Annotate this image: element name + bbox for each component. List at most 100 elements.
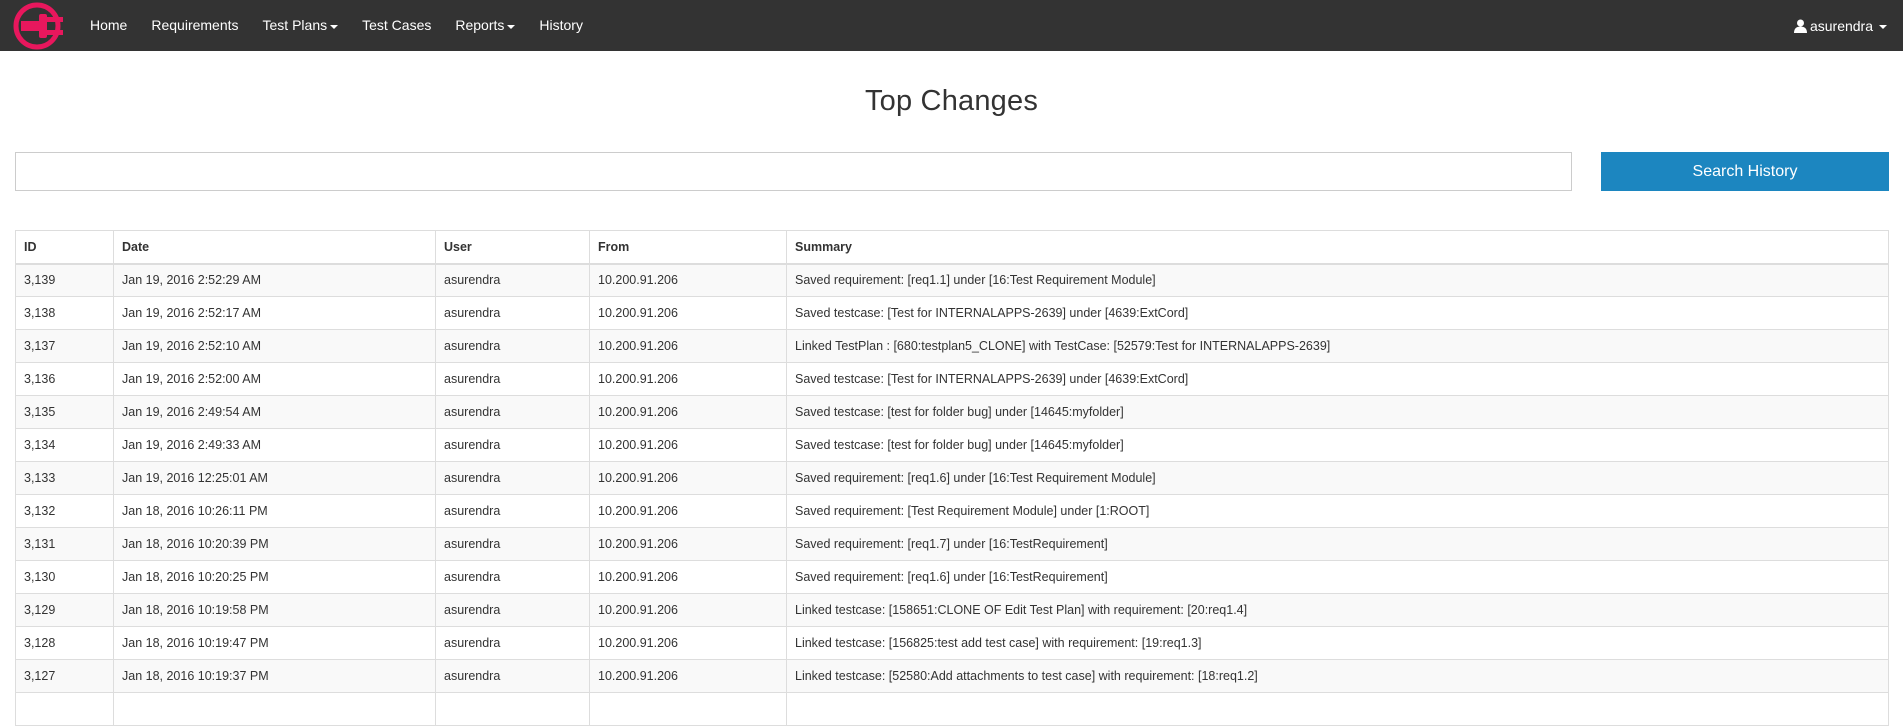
table-row[interactable]: 3,131 Jan 18, 2016 10:20:39 PM asurendra 10…: [15, 527, 1889, 561]
cell-id: 3,138: [15, 296, 114, 330]
table-row[interactable]: 3,134 Jan 19, 2016 2:49:33 AM asurendra 10.…: [15, 428, 1889, 462]
cell-summary: Saved testcase: [test for folder bug] un…: [786, 428, 1889, 462]
cell-id: 3,133: [15, 461, 114, 495]
cell-from: 10.200.91.206: [589, 296, 787, 330]
cell-user: asurendra: [435, 527, 590, 561]
search-input[interactable]: [15, 152, 1572, 191]
cell-summary: Saved testcase: [test for folder bug] un…: [786, 395, 1889, 429]
nav-item-requirements[interactable]: Requirements: [139, 0, 250, 51]
table-row[interactable]: 3,127 Jan 18, 2016 10:19:37 PM asurendra 10…: [15, 659, 1889, 693]
page-title: Top Changes: [864, 85, 1039, 117]
history-table: ID Date User From Summary 3,139 Jan 19, 2…: [15, 230, 1889, 726]
cell-summary: Saved testcase: [Test for INTERNALAPPS-2…: [786, 296, 1889, 330]
cell-from: 10.200.91.206: [589, 428, 787, 462]
cell-date: Jan 18, 2016 10:20:39 PM: [113, 527, 436, 561]
caret-down-icon: [330, 24, 339, 29]
cell-from: 10.200.91.206: [589, 593, 787, 627]
cell-user: asurendra: [435, 395, 590, 429]
table-header-row: ID Date User From Summary: [15, 230, 1889, 265]
table-row[interactable]: 3,130 Jan 18, 2016 10:20:25 PM asurendra 10…: [15, 560, 1889, 594]
cell-from: 10.200.91.206: [589, 395, 787, 429]
cell-id: 3,131: [15, 527, 114, 561]
nav-item-label: Home: [90, 17, 128, 33]
nav-item-label: History: [539, 17, 583, 33]
nav-item-label: Requirements: [151, 17, 239, 33]
nav-item-label: Test Plans: [262, 17, 328, 33]
nav-item-test-cases[interactable]: Test Cases: [350, 0, 443, 51]
caret-down-icon: [1879, 24, 1887, 29]
cell-from: 10.200.91.206: [589, 263, 787, 297]
table-row[interactable]: 3,132 Jan 18, 2016 10:26:11 PM asurendra 10…: [15, 494, 1889, 528]
nav-item-home[interactable]: Home: [78, 0, 139, 51]
cell-id: 3,134: [15, 428, 114, 462]
column-header-user[interactable]: User: [435, 230, 590, 265]
cell-from: 10.200.91.206: [589, 329, 787, 363]
cell-from: 10.200.91.206: [589, 560, 787, 594]
cell-date: Jan 18, 2016 10:19:47 PM: [113, 626, 436, 660]
cell-id: 3,128: [15, 626, 114, 660]
cell-id: 3,139: [15, 263, 114, 297]
table-row[interactable]: 3,129 Jan 18, 2016 10:19:58 PM asurendra 10…: [15, 593, 1889, 627]
table-row[interactable]: 3,138 Jan 19, 2016 2:52:17 AM asurendra 10.…: [15, 296, 1889, 330]
cell-user: asurendra: [435, 626, 590, 660]
cell-from: [589, 692, 787, 726]
cell-summary: Linked TestPlan : [680:testplan5_CLONE] …: [786, 329, 1889, 363]
user-name: asurendra: [1809, 17, 1873, 34]
cell-from: 10.200.91.206: [589, 461, 787, 495]
cell-date: Jan 19, 2016 2:49:54 AM: [113, 395, 436, 429]
cell-summary: Linked testcase: [156825:test add test c…: [786, 626, 1889, 660]
table-row[interactable]: 3,139 Jan 19, 2016 2:52:29 AM asurendra 10.…: [15, 263, 1889, 297]
nav-item-label: Reports: [455, 17, 505, 33]
cell-id: 3,136: [15, 362, 114, 396]
cell-summary: Saved requirement: [Test Requirement Mod…: [786, 494, 1889, 528]
cell-from: 10.200.91.206: [589, 659, 787, 693]
table-row[interactable]: 3,137 Jan 19, 2016 2:52:10 AM asurendra 10.…: [15, 329, 1889, 363]
table-row[interactable]: 3,133 Jan 19, 2016 12:25:01 AM asurendra 10…: [15, 461, 1889, 495]
table-row[interactable]: 3,128 Jan 18, 2016 10:19:47 PM asurendra 10…: [15, 626, 1889, 660]
cell-summary: Saved requirement: [req1.1] under [16:Te…: [786, 263, 1889, 297]
user-icon: [1793, 19, 1807, 33]
cell-user: asurendra: [435, 263, 590, 297]
cell-user: asurendra: [435, 428, 590, 462]
cell-date: Jan 18, 2016 10:19:58 PM: [113, 593, 436, 627]
nav-item-test-plans[interactable]: Test Plans: [251, 0, 351, 51]
table-row[interactable]: [15, 692, 1889, 726]
column-header-from[interactable]: From: [589, 230, 787, 265]
column-header-summary[interactable]: Summary: [786, 230, 1889, 265]
plug-logo-icon[interactable]: [13, 1, 65, 51]
cell-date: Jan 18, 2016 10:20:25 PM: [113, 560, 436, 594]
cell-user: asurendra: [435, 659, 590, 693]
column-header-id[interactable]: ID: [15, 230, 114, 265]
cell-user: asurendra: [435, 593, 590, 627]
cell-from: 10.200.91.206: [589, 362, 787, 396]
cell-summary: [786, 692, 1889, 726]
top-navbar: Home Requirements Test Plans Test Cases …: [0, 0, 1903, 51]
column-header-date[interactable]: Date: [113, 230, 436, 265]
cell-id: 3,132: [15, 494, 114, 528]
cell-from: 10.200.91.206: [589, 626, 787, 660]
cell-id: 3,129: [15, 593, 114, 627]
cell-user: asurendra: [435, 560, 590, 594]
cell-summary: Saved requirement: [req1.6] under [16:Te…: [786, 560, 1889, 594]
cell-summary: Saved requirement: [req1.6] under [16:Te…: [786, 461, 1889, 495]
table-body: 3,139 Jan 19, 2016 2:52:29 AM asurendra 10.…: [15, 263, 1889, 726]
caret-down-icon: [507, 24, 516, 29]
cell-id: 3,127: [15, 659, 114, 693]
cell-date: Jan 19, 2016 2:52:10 AM: [113, 329, 436, 363]
search-history-button[interactable]: Search History: [1601, 152, 1889, 191]
cell-date: Jan 19, 2016 2:52:17 AM: [113, 296, 436, 330]
nav-item-reports[interactable]: Reports: [443, 0, 527, 51]
cell-date: Jan 19, 2016 2:52:00 AM: [113, 362, 436, 396]
nav-item-label: Test Cases: [362, 17, 432, 33]
cell-user: asurendra: [435, 296, 590, 330]
cell-summary: Saved requirement: [req1.7] under [16:Te…: [786, 527, 1889, 561]
cell-user: asurendra: [435, 461, 590, 495]
user-menu-toggle[interactable]: asurendra: [1793, 0, 1887, 51]
cell-from: 10.200.91.206: [589, 494, 787, 528]
table-row[interactable]: 3,135 Jan 19, 2016 2:49:54 AM asurendra 10.…: [15, 395, 1889, 429]
cell-date: Jan 19, 2016 2:52:29 AM: [113, 263, 436, 297]
cell-user: asurendra: [435, 329, 590, 363]
table-row[interactable]: 3,136 Jan 19, 2016 2:52:00 AM asurendra 10.…: [15, 362, 1889, 396]
cell-id: 3,135: [15, 395, 114, 429]
nav-item-history[interactable]: History: [527, 0, 595, 51]
